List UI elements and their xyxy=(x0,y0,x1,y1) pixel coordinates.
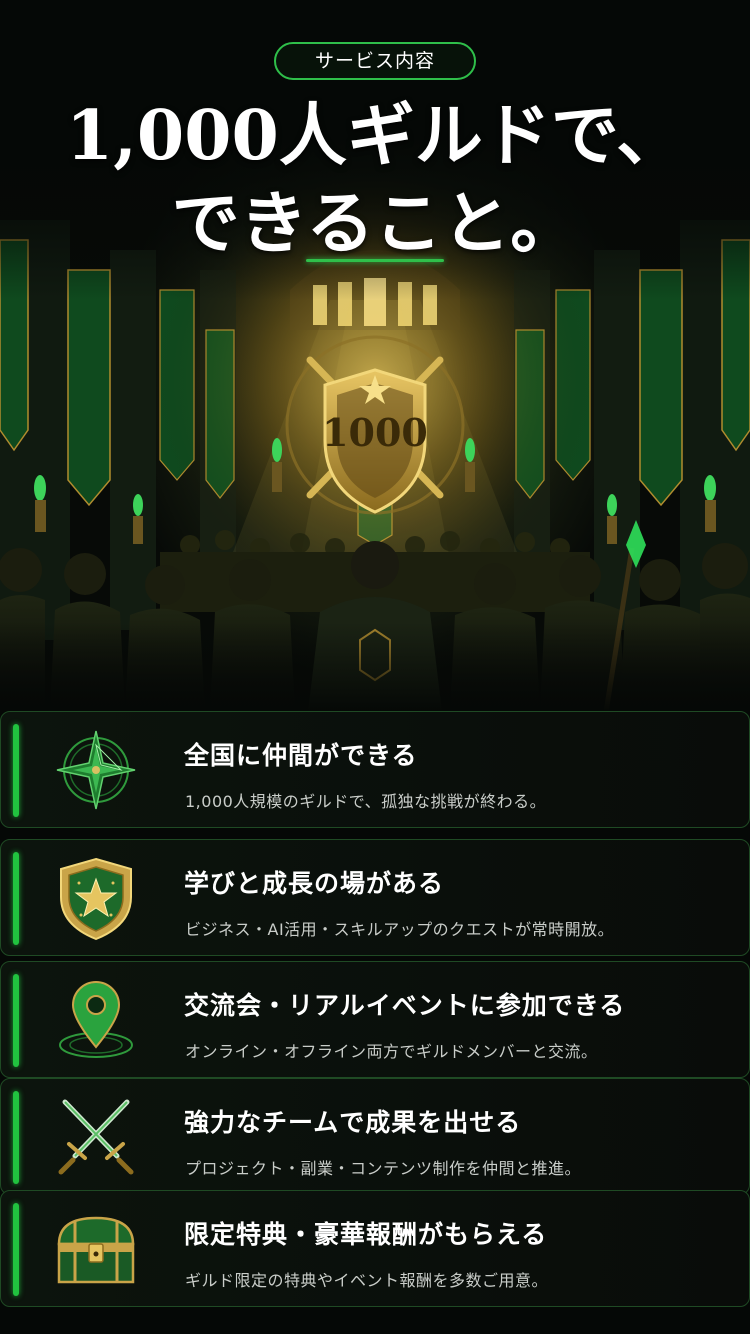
card-accent-bar xyxy=(13,1091,19,1184)
feature-title: 強力なチームで成果を出せる xyxy=(184,1108,522,1137)
section-badge: サービス内容 xyxy=(274,42,476,80)
title-divider xyxy=(306,259,444,262)
emblem-number: 1000 xyxy=(322,410,428,455)
hero-bottom-fade xyxy=(0,622,750,712)
treasure-chest-icon xyxy=(57,1216,135,1284)
map-pin-icon xyxy=(59,981,133,1058)
feature-title: 全国に仲間ができる xyxy=(184,741,418,770)
feature-card-team: 強力なチームで成果を出せる プロジェクト・副業・コンテンツ制作を仲間と推進。 xyxy=(0,1078,750,1195)
feature-card-events: 交流会・リアルイベントに参加できる オンライン・オフライン両方でギルドメンバーと… xyxy=(0,961,750,1078)
feature-description: プロジェクト・副業・コンテンツ制作を仲間と推進。 xyxy=(185,1159,582,1178)
card-accent-bar xyxy=(13,974,19,1067)
page-title: 1,000人ギルドで、 できること。 xyxy=(0,92,750,268)
star-shield-icon xyxy=(60,857,132,941)
feature-card-rewards: 限定特典・豪華報酬がもらえる ギルド限定の特典やイベント報酬を多数ご用意。 xyxy=(0,1190,750,1307)
feature-title: 交流会・リアルイベントに参加できる xyxy=(184,991,626,1020)
card-accent-bar xyxy=(13,724,19,817)
title-line-2: できること。 xyxy=(171,184,579,264)
feature-description: 1,000人規模のギルドで、孤独な挑戦が終わる。 xyxy=(185,792,547,811)
title-line-1: 1,000人ギルドで、 xyxy=(65,96,685,176)
feature-card-learning: 学びと成長の場がある ビジネス・AI活用・スキルアップのクエストが常時開放。 xyxy=(0,839,750,956)
feature-title: 限定特典・豪華報酬がもらえる xyxy=(184,1220,548,1249)
feature-title: 学びと成長の場がある xyxy=(184,869,445,898)
compass-star-icon xyxy=(56,730,136,810)
crossed-swords-icon xyxy=(58,1099,134,1175)
feature-description: ギルド限定の特典やイベント報酬を多数ご用意。 xyxy=(185,1271,549,1290)
card-accent-bar xyxy=(13,1203,19,1296)
feature-description: オンライン・オフライン両方でギルドメンバーと交流。 xyxy=(185,1042,598,1061)
feature-description: ビジネス・AI活用・スキルアップのクエストが常時開放。 xyxy=(185,920,615,939)
card-accent-bar xyxy=(13,852,19,945)
feature-card-companions: 全国に仲間ができる 1,000人規模のギルドで、孤独な挑戦が終わる。 xyxy=(0,711,750,828)
